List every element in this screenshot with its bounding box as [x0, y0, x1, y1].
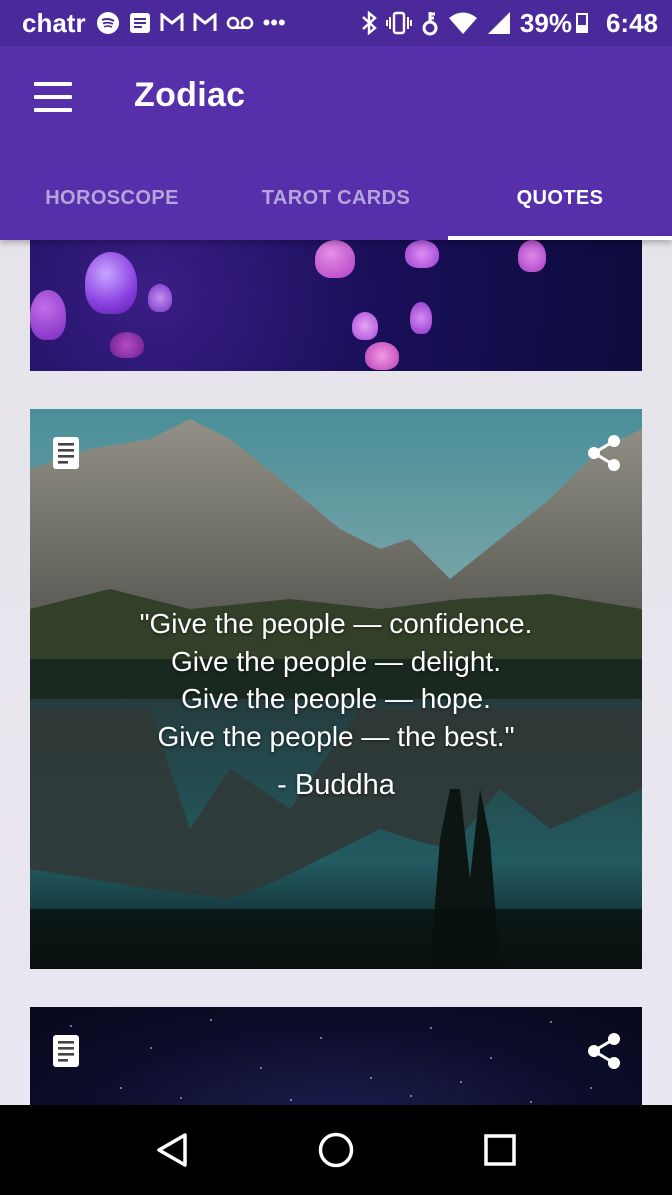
wifi-icon — [448, 11, 478, 35]
home-icon[interactable] — [316, 1130, 356, 1170]
key-icon — [421, 10, 439, 36]
gmail-icon — [160, 13, 184, 33]
quote-text: "Give the people — confidence. Give the … — [139, 608, 533, 752]
document-icon[interactable] — [50, 435, 84, 473]
app-title: Zodiac — [134, 76, 246, 114]
document-icon[interactable] — [50, 1033, 84, 1071]
more-icon: ••• — [262, 10, 286, 35]
quote-card-starry[interactable] — [30, 1007, 642, 1105]
tab-tarot-cards[interactable]: TAROT CARDS — [224, 156, 448, 240]
battery-percent: 39% — [519, 7, 572, 38]
starry-night-image — [30, 1007, 642, 1105]
share-icon[interactable] — [584, 1031, 624, 1071]
signal-icon — [487, 11, 511, 35]
voicemail-icon — [226, 15, 254, 31]
tab-horoscope[interactable]: HOROSCOPE — [0, 156, 224, 240]
recents-icon[interactable] — [480, 1130, 520, 1170]
hamburger-menu-icon[interactable] — [34, 82, 72, 112]
share-icon[interactable] — [584, 433, 624, 473]
gmail-icon — [193, 13, 217, 33]
quote-card-jellyfish[interactable] — [30, 240, 642, 371]
tab-quotes[interactable]: QUOTES — [448, 156, 672, 240]
carrier-label: chatr — [22, 7, 86, 38]
spotify-icon — [96, 11, 120, 35]
tab-bar: HOROSCOPE TAROT CARDS QUOTES — [0, 156, 672, 240]
bluetooth-icon — [361, 11, 377, 35]
message-icon — [129, 12, 151, 34]
navigation-bar — [0, 1105, 672, 1195]
jellyfish-image — [85, 252, 137, 314]
app-bar: Zodiac HOROSCOPE TAROT CARDS QUOTES — [0, 46, 672, 240]
clock: 6:48 — [605, 7, 658, 38]
battery-icon — [575, 13, 588, 33]
back-icon[interactable] — [152, 1130, 192, 1170]
quote-author: - Buddha — [277, 769, 395, 801]
vibrate-icon — [385, 11, 412, 35]
quote-card-buddha[interactable]: "Give the people — confidence. Give the … — [30, 409, 642, 969]
status-bar: chatr ••• 39% 6:48 — [0, 0, 672, 46]
quotes-list[interactable]: "Give the people — confidence. Give the … — [0, 240, 672, 1105]
